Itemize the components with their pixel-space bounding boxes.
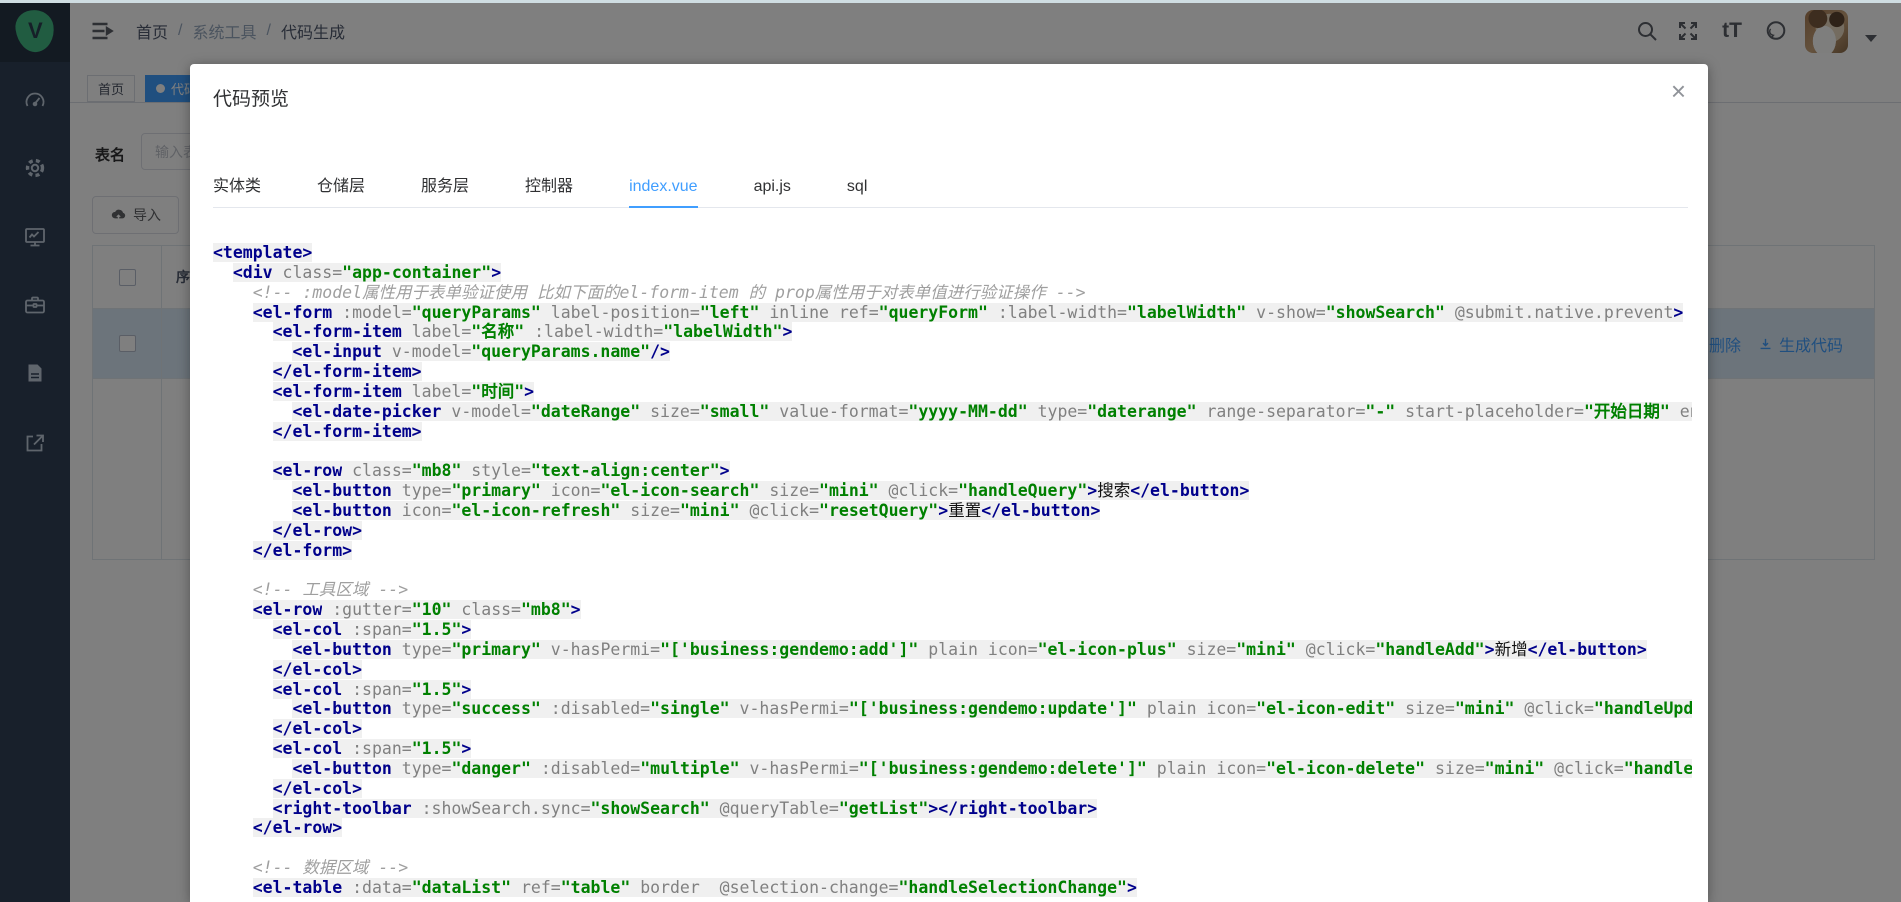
tab-controller[interactable]: 控制器 — [525, 168, 573, 208]
code-line: <template> — [213, 243, 1692, 263]
tab-service[interactable]: 服务层 — [421, 168, 469, 208]
code-line: <el-input v-model="queryParams.name"/> — [213, 342, 1692, 362]
code-line: <el-form-item label="名称" :label-width="l… — [213, 322, 1692, 342]
code-line: <el-button type="primary" icon="el-icon-… — [213, 481, 1692, 501]
code-line: </el-form-item> — [213, 362, 1692, 382]
code-preview-modal: 代码预览 × 实体类 仓储层 服务层 控制器 index.vue api.js … — [190, 64, 1708, 902]
code-line: <el-form-item label="时间"> — [213, 382, 1692, 402]
code-line: <el-col :span="1.5"> — [213, 739, 1692, 759]
code-line: <!-- 数据区域 --> — [213, 858, 1692, 878]
modal-title: 代码预览 — [213, 84, 289, 111]
tab-repository[interactable]: 仓储层 — [317, 168, 365, 208]
modal-tabs: 实体类 仓储层 服务层 控制器 index.vue api.js sql — [213, 168, 1688, 208]
code-line: <el-col :span="1.5"> — [213, 620, 1692, 640]
code-line: </el-form-item> — [213, 422, 1692, 442]
code-line: <el-row class="mb8" style="text-align:ce… — [213, 461, 1692, 481]
code-line: </el-row> — [213, 521, 1692, 541]
code-line: </el-form> — [213, 541, 1692, 561]
code-line: </el-row> — [213, 818, 1692, 838]
code-line: </el-col> — [213, 660, 1692, 680]
window-top-edge — [0, 0, 1901, 3]
code-line: </el-col> — [213, 719, 1692, 739]
tab-sql[interactable]: sql — [847, 168, 867, 208]
code-line: <el-button type="danger" :disabled="mult… — [213, 759, 1692, 779]
code-line: <el-button type="success" :disabled="sin… — [213, 699, 1692, 719]
code-line: <!-- :model属性用于表单验证使用 比如下面的el-form-item … — [213, 283, 1692, 303]
close-icon[interactable]: × — [1671, 78, 1686, 104]
code-line: <el-table :data="dataList" ref="table" b… — [213, 878, 1692, 898]
tab-index-vue[interactable]: index.vue — [629, 168, 698, 208]
code-line: </el-col> — [213, 779, 1692, 799]
code-line: <el-form :model="queryParams" label-posi… — [213, 303, 1692, 323]
code-line: <!-- 工具区域 --> — [213, 580, 1692, 600]
code-line — [213, 561, 1692, 581]
code-line: <el-date-picker v-model="dateRange" size… — [213, 402, 1692, 422]
code-line — [213, 838, 1692, 858]
code-line — [213, 441, 1692, 461]
tab-entity[interactable]: 实体类 — [213, 168, 261, 208]
code-line: <el-button type="primary" v-hasPermi="['… — [213, 640, 1692, 660]
code-viewer: <template> <div class="app-container"> <… — [213, 243, 1692, 902]
code-line: <right-toolbar :showSearch.sync="showSea… — [213, 799, 1692, 819]
tab-api-js[interactable]: api.js — [754, 168, 791, 208]
screen: V 首页 / 系统工具 / 代码生成 — [0, 0, 1901, 902]
code-line: <el-button icon="el-icon-refresh" size="… — [213, 501, 1692, 521]
code-line: <div class="app-container"> — [213, 263, 1692, 283]
code-line: <el-row :gutter="10" class="mb8"> — [213, 600, 1692, 620]
code-line: <el-col :span="1.5"> — [213, 680, 1692, 700]
